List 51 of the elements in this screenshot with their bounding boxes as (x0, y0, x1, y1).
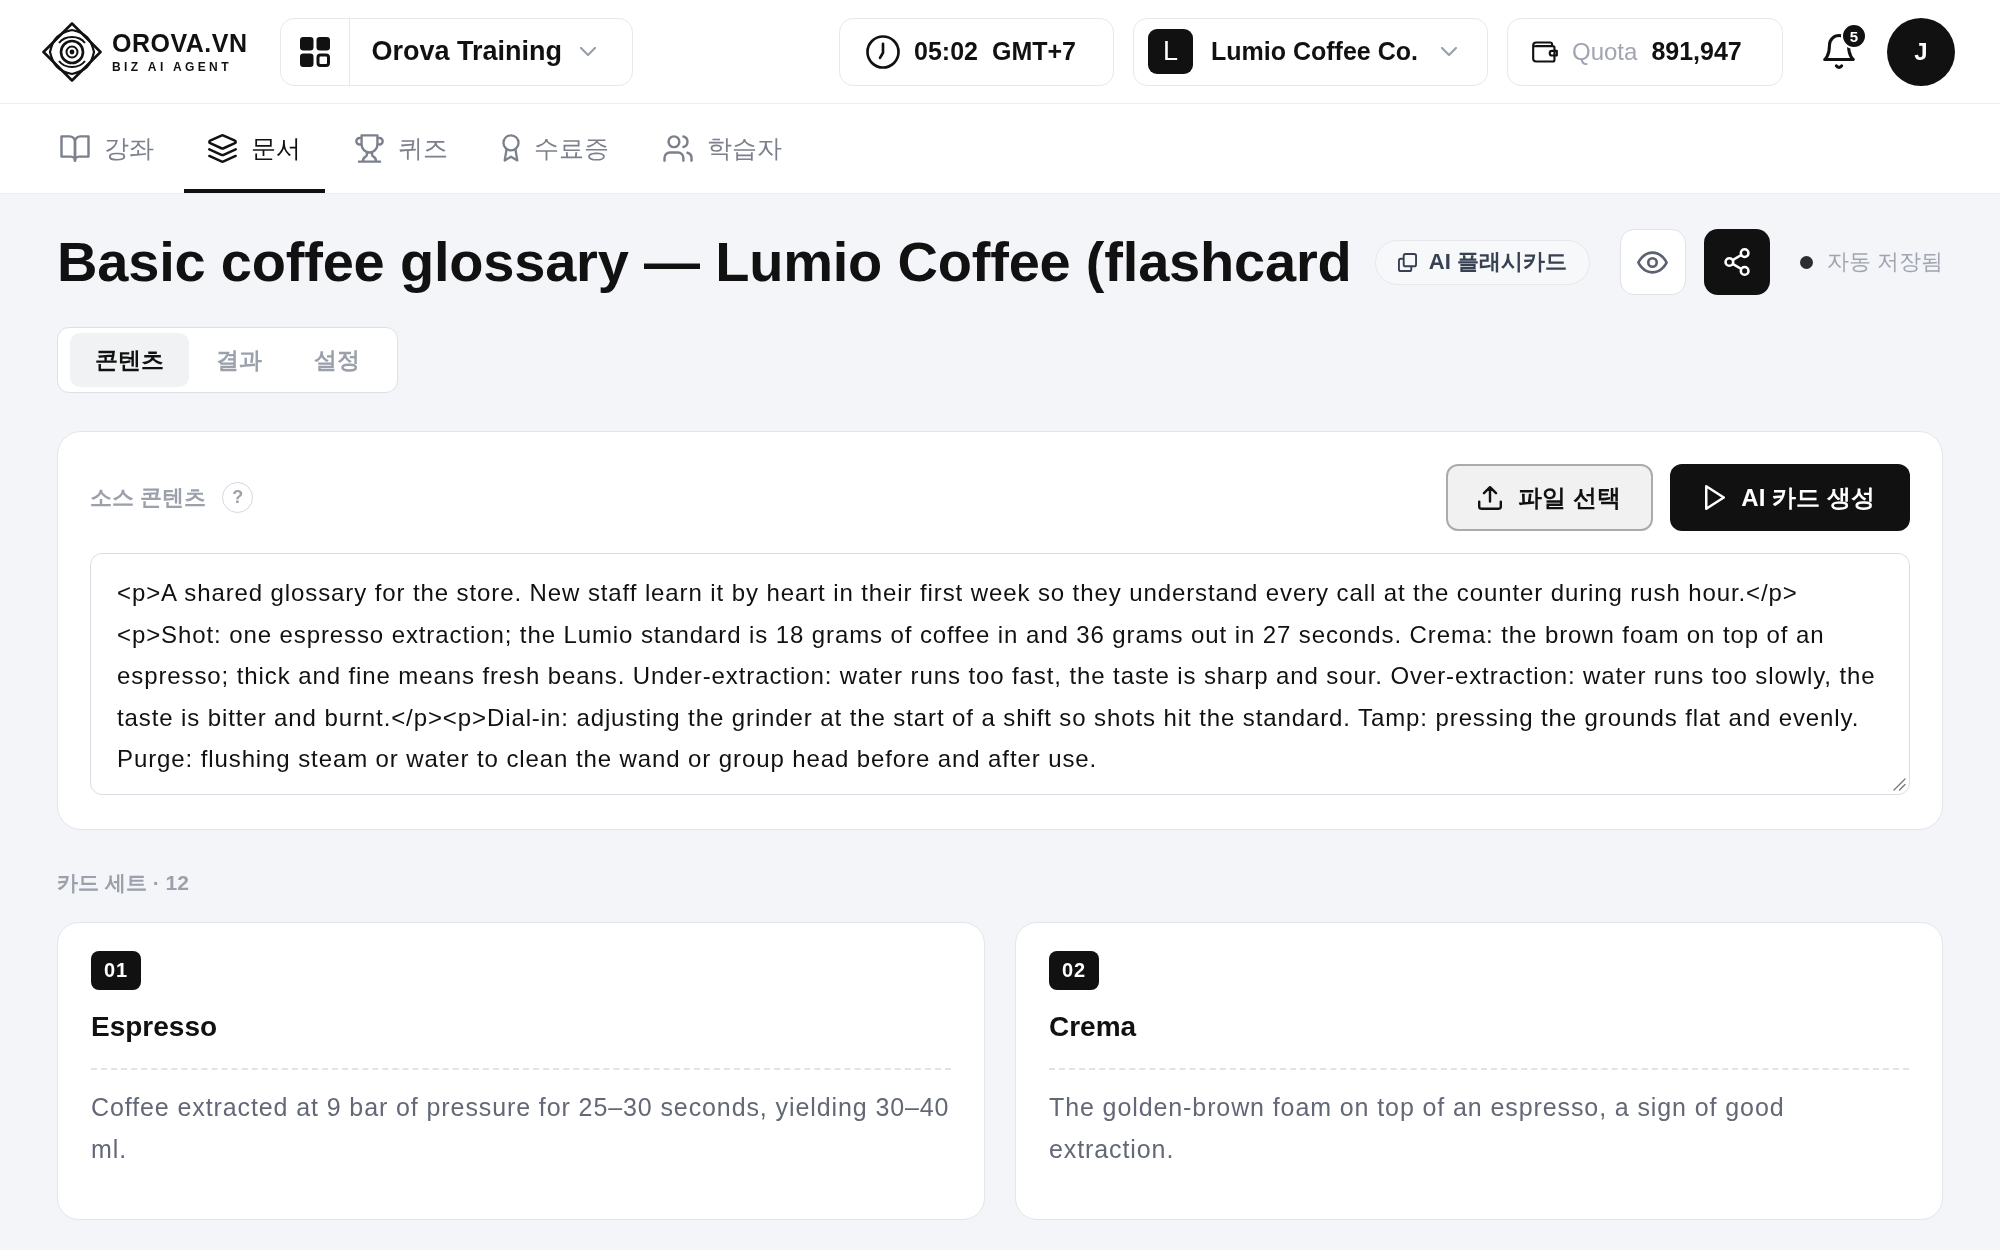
layers-icon (208, 134, 237, 163)
source-content-field[interactable]: <p>A shared glossary for the store. New staff learn it by heart in their first week so they understand every call at the counter during rush hour.</p><p>Shot: one espresso extraction; the Lumio standard is 18 grams of coffee in and 36 grams out in 27 seconds. Crema: the brown foam on top of an espresso; thick and fine means fresh beans. Under-extraction: water runs too fast, the taste is sharp and sour. Over-extraction: water runs too slowly, the taste is bitter and burnt.</p><p>Dial-in: adjusting the grinder at the start of a shift so shots hit the standard. Tamp: pressing the grounds flat and evenly. Purge: flushing steam or water to clean the wand or group head before and after use. (90, 553, 1910, 795)
card-term: Crema (1049, 1010, 1137, 1042)
card-set-label: 카드 세트 · 12 (57, 869, 190, 896)
user-avatar[interactable]: J (1887, 17, 1955, 86)
timezone-text: GMT+7 (991, 37, 1076, 66)
time-text: 05:02 (914, 37, 978, 66)
chevron-down-icon (1441, 46, 1457, 57)
generate-cards-button[interactable]: AI 카드 생성 (1670, 464, 1910, 531)
nav-tab[interactable]: 학습자 (639, 104, 806, 193)
card-definition: The golden-brown foam on top of an espresso, a sign of good extraction. (1049, 1091, 1786, 1165)
logo-tagline: BIZ AI AGENT (112, 60, 233, 73)
status-dot-icon (1799, 255, 1813, 269)
share-icon (1723, 248, 1750, 276)
award-ribbon-icon (502, 134, 520, 163)
card-definition: Coffee extracted at 9 bar of pressure for 25–30 seconds, yielding 30–40 ml. (91, 1091, 951, 1165)
document-type-badge: AI 플래시카드 (1374, 239, 1590, 285)
chevron-down-icon (580, 46, 597, 57)
grid-icon (299, 36, 330, 67)
document-title: Basic coffee glossary — Lumio Coffee (flashcard (57, 229, 1352, 295)
workspace-switcher[interactable]: Orova Training (279, 17, 633, 86)
autosave-status: 자동 저장됨 (1826, 248, 1943, 276)
resize-grip-icon (1893, 777, 1906, 791)
nav-tab[interactable]: 강좌 (36, 104, 178, 193)
share-button[interactable] (1703, 229, 1770, 295)
wallet-icon (1532, 39, 1558, 64)
clock-icon (866, 34, 900, 69)
logo-icon (42, 21, 102, 82)
eye-icon (1637, 250, 1669, 274)
card-number-badge: 02 (1049, 950, 1100, 990)
company-initial-badge: L (1148, 29, 1193, 74)
users-icon (663, 135, 693, 162)
logo-wordmark: OROVA.VN (112, 30, 248, 56)
trophy-icon (355, 134, 384, 163)
view-tab[interactable]: 콘텐츠 (70, 333, 189, 387)
section-label: 소스 콘텐츠 (90, 483, 207, 512)
preview-button[interactable] (1619, 229, 1686, 295)
card-number-badge: 01 (91, 950, 142, 990)
open-book-icon (60, 135, 90, 162)
choose-file-button[interactable]: 파일 선택 (1446, 464, 1653, 531)
notification-badge: 5 (1841, 23, 1867, 49)
nav-tab[interactable]: 수료증 (478, 104, 633, 193)
quota-label: Quota (1572, 37, 1638, 66)
upload-icon (1478, 485, 1503, 510)
nav-tab[interactable]: 퀴즈 (331, 104, 472, 193)
company-selector[interactable]: L Lumio Coffee Co. (1133, 17, 1488, 86)
nav-tab[interactable]: 문서 (184, 104, 325, 193)
card-term: Espresso (91, 1010, 218, 1042)
play-icon (1705, 485, 1726, 510)
quota-value: 891,947 (1651, 37, 1742, 66)
copy-icon (1397, 252, 1417, 272)
